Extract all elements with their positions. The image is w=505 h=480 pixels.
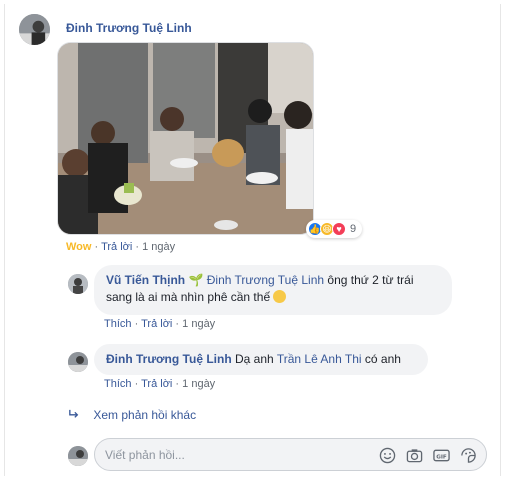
love-reaction-icon: ♥ <box>332 222 346 236</box>
separator-dot: · <box>175 378 180 390</box>
reply-text: sang là ai mà nhìn phê cần thế <box>106 290 271 304</box>
tagged-user[interactable]: Trần Lê Anh Thi <box>277 352 362 366</box>
like-link[interactable]: Thích <box>104 378 132 390</box>
avatar[interactable] <box>68 446 88 466</box>
reply-bubble: Vũ Tiến Thịnh 🌱 Đinh Trương Tuệ Linh ông… <box>94 265 452 315</box>
sticker-icon[interactable] <box>460 447 477 464</box>
wow-reaction-label[interactable]: Wow <box>66 241 91 253</box>
separator-dot: · <box>134 378 139 390</box>
reply-link[interactable]: Trả lời <box>141 378 172 390</box>
emoji-icon[interactable] <box>379 447 396 464</box>
comment-time[interactable]: 1 ngày <box>142 241 175 253</box>
avatar[interactable] <box>68 274 88 294</box>
separator-dot: · <box>175 318 180 330</box>
more-replies-label: Xem phản hồi khác <box>93 408 197 422</box>
more-replies-link[interactable]: Xem phản hồi khác <box>68 408 196 422</box>
avatar[interactable] <box>68 352 88 372</box>
svg-text:GIF: GIF <box>436 454 447 460</box>
camera-icon[interactable] <box>406 447 423 464</box>
separator-dot: · <box>134 318 139 330</box>
reply-actions: Thích · Trả lời · 1 ngày <box>104 318 215 330</box>
reply-bubble: Đinh Trương Tuệ Linh Dạ anh Trần Lê Anh … <box>94 344 428 375</box>
separator-dot: · <box>94 241 99 253</box>
emoji-icon <box>273 290 287 303</box>
reply-input[interactable] <box>105 446 365 464</box>
reply-text: Dạ anh <box>235 352 274 366</box>
reply-text: có anh <box>364 352 401 366</box>
reply-actions: Thích · Trả lời · 1 ngày <box>104 378 215 390</box>
reaction-count: 9 <box>350 223 357 235</box>
separator-dot: · <box>135 241 140 253</box>
reply-arrow-icon <box>68 408 82 422</box>
avatar[interactable] <box>19 14 50 45</box>
gif-icon[interactable]: GIF <box>433 447 450 464</box>
reply-author[interactable]: Đinh Trương Tuệ Linh <box>106 352 232 366</box>
comment-photo[interactable] <box>57 42 314 235</box>
reply-input-box[interactable]: GIF <box>94 438 487 471</box>
comment-actions: Wow · Trả lời · 1 ngày <box>66 241 175 253</box>
tagged-user[interactable]: Đinh Trương Tuệ Linh <box>207 273 324 287</box>
reply-text: ông thứ 2 từ trái <box>327 273 414 287</box>
like-link[interactable]: Thích <box>104 318 132 330</box>
reply-author[interactable]: Vũ Tiến Thịnh <box>106 273 185 287</box>
reaction-summary[interactable]: 👍 😆 ♥ 9 <box>306 220 363 238</box>
reply-link[interactable]: Trả lời <box>141 318 172 330</box>
reply-time[interactable]: 1 ngày <box>182 318 215 330</box>
reply-link[interactable]: Trả lời <box>101 241 132 253</box>
comment-author[interactable]: Đinh Trương Tuệ Linh <box>66 21 192 35</box>
reply-time[interactable]: 1 ngày <box>182 378 215 390</box>
plant-icon: 🌱 <box>188 273 204 287</box>
